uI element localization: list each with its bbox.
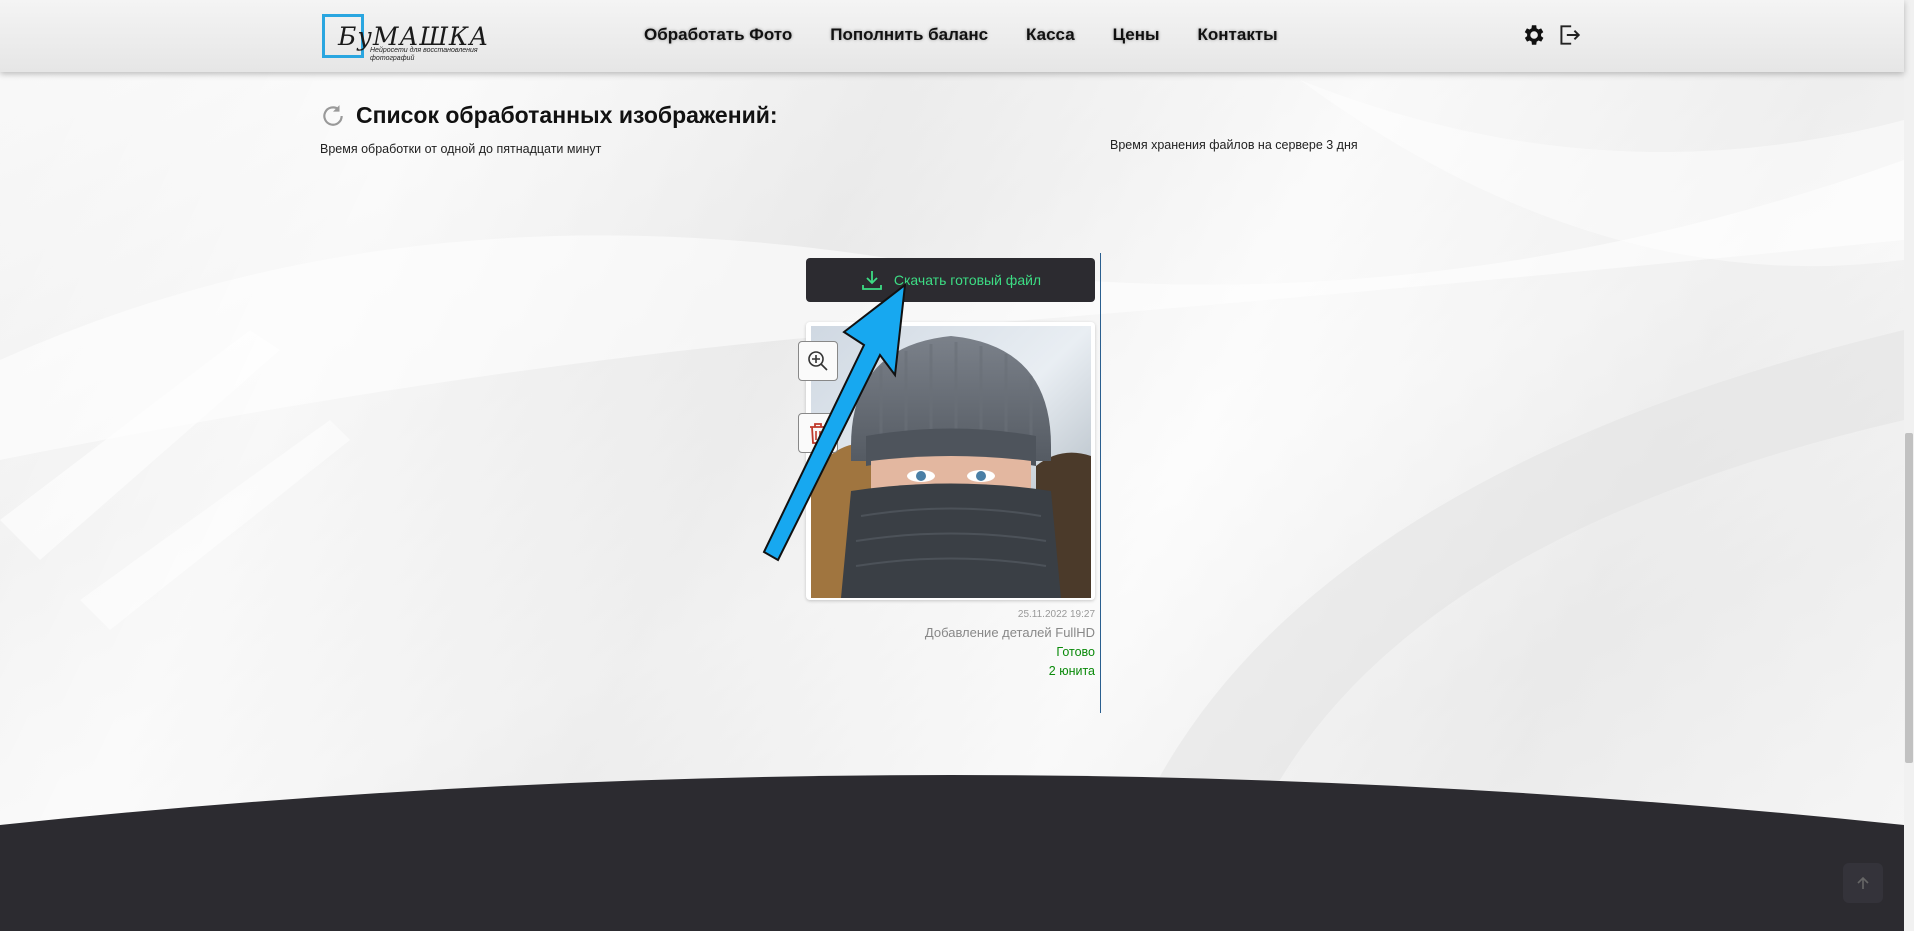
storage-time-note: Время хранения файлов на сервере 3 дня	[1110, 138, 1358, 152]
processing-type: Добавление деталей FullHD	[924, 625, 1095, 640]
nav-item-contacts[interactable]: Контакты	[1198, 25, 1278, 45]
nav-item-cashier[interactable]: Касса	[1026, 25, 1075, 45]
nav-item-process-photo[interactable]: Обработать Фото	[644, 25, 792, 45]
pointer-arrow-annotation	[762, 282, 907, 562]
page-heading: Список обработанных изображений:	[320, 102, 778, 129]
status-label: Готово	[1056, 645, 1095, 659]
processed-date: 25.11.2022 19:27	[1017, 609, 1095, 620]
nav-item-prices[interactable]: Цены	[1113, 25, 1160, 45]
card-divider	[1100, 253, 1101, 713]
scrollbar-thumb[interactable]	[1905, 433, 1913, 763]
refresh-icon[interactable]	[320, 103, 346, 129]
arrow-up-icon	[1857, 876, 1869, 889]
main-nav: Обработать Фото Пополнить баланс Касса Ц…	[644, 25, 1316, 45]
nav-item-top-up-balance[interactable]: Пополнить баланс	[830, 25, 988, 45]
logo-subtitle: Нейросети для восстановления фотографий	[370, 47, 478, 62]
site-header: БуМАШКА Нейросети для восстановления фот…	[0, 0, 1904, 72]
brand-logo[interactable]: БуМАШКА Нейросети для восстановления фот…	[320, 12, 488, 62]
gear-icon[interactable]	[1520, 22, 1546, 48]
logout-icon[interactable]	[1556, 22, 1582, 48]
processing-time-note: Время обработки от одной до пятнадцати м…	[320, 142, 602, 156]
units-cost: 2 юнита	[1048, 664, 1095, 678]
footer	[0, 775, 1904, 931]
page-title: Список обработанных изображений:	[356, 102, 778, 128]
scroll-to-top-button[interactable]	[1843, 863, 1883, 903]
